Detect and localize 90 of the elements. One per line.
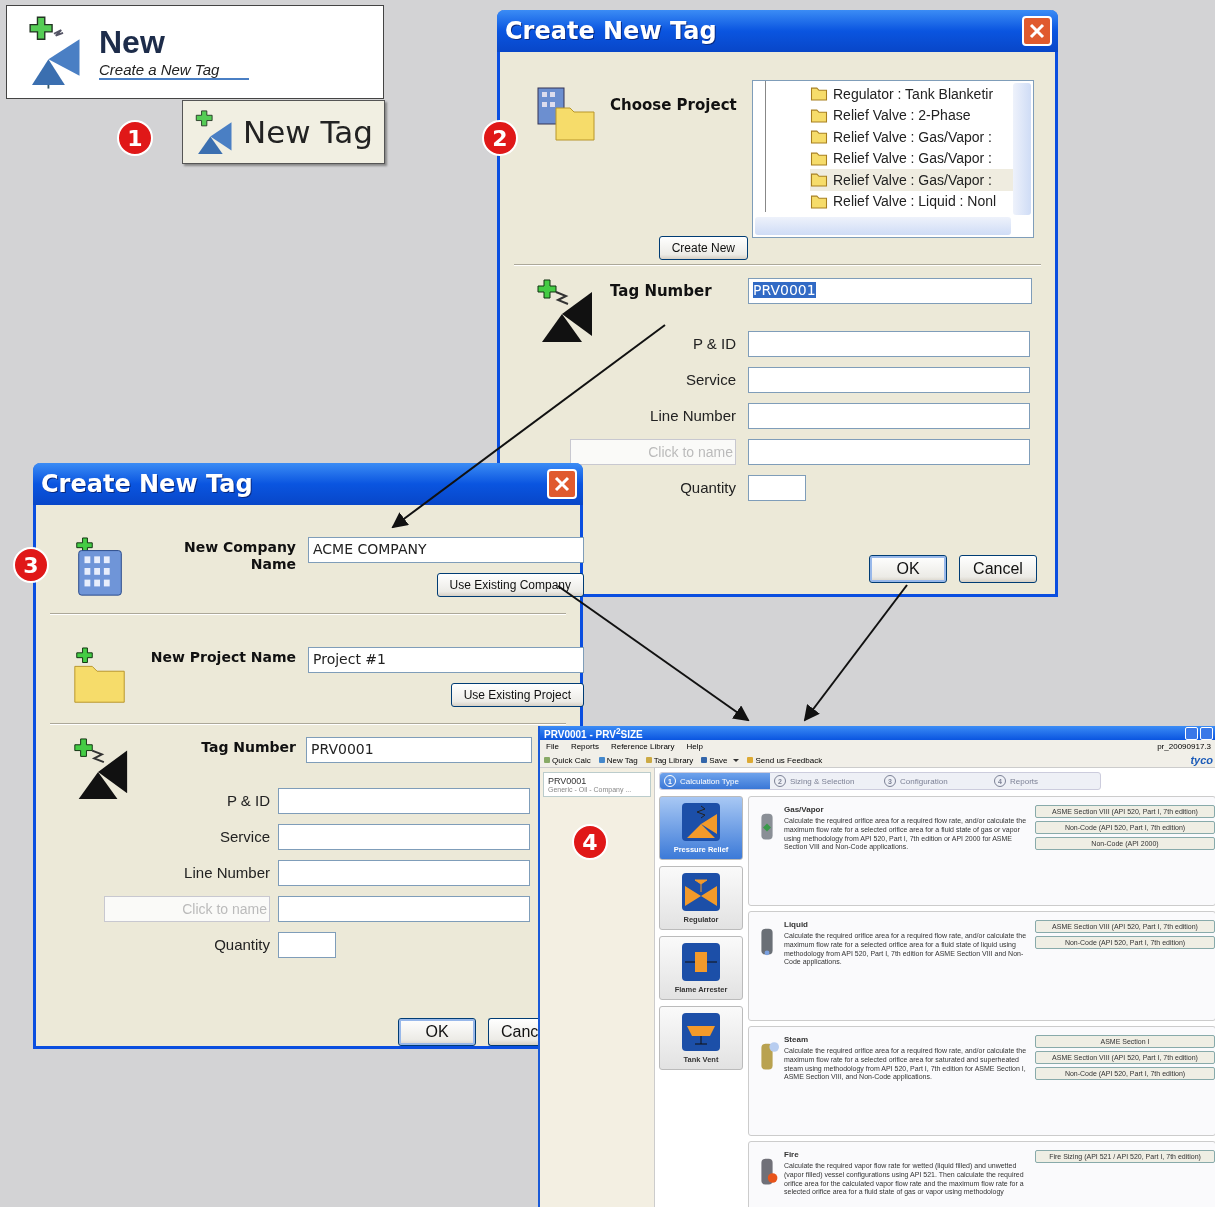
toolbar-icon — [645, 757, 652, 763]
input-field[interactable] — [748, 438, 1030, 465]
choose-project-label: Choose Project — [610, 96, 738, 116]
calculation-title: Liquid — [784, 920, 809, 929]
tree-item[interactable]: Relief Valve : 2-Phase — [810, 104, 1030, 126]
input-field[interactable] — [748, 366, 1030, 393]
dialog-button[interactable]: OK — [869, 555, 947, 583]
horizontal-scrollbar[interactable] — [755, 217, 1011, 235]
tree-item[interactable]: Relief Valve : Gas/Vapor : — [810, 147, 1030, 169]
input-field[interactable] — [748, 474, 806, 501]
callout-subtitle: Create a New Tag — [99, 61, 220, 78]
calculation-title: Fire — [784, 1150, 800, 1159]
close-icon — [552, 474, 572, 494]
calculation-title: Steam — [784, 1035, 809, 1044]
input-field[interactable] — [278, 895, 530, 922]
tag-number-label: Tag Number — [200, 738, 296, 757]
toolbar-icon — [598, 757, 605, 763]
menu-item[interactable]: Reference Library — [610, 742, 675, 751]
toolbar-icon — [544, 757, 550, 763]
tree-item[interactable]: Relief Valve : Liquid : Nonl — [810, 190, 1030, 212]
field-label: Line Number — [650, 407, 736, 424]
step-badge: 3 — [13, 547, 49, 583]
new-tag-button[interactable]: New Tag — [182, 100, 385, 164]
arrester-icon — [681, 942, 721, 982]
relief-icon — [681, 802, 721, 842]
folder-icon — [810, 172, 828, 188]
field-label: P & ID — [226, 792, 270, 809]
toolbar-button[interactable]: New Tag — [598, 755, 638, 765]
maximize-button[interactable] — [1200, 726, 1213, 740]
regulator-icon — [681, 872, 721, 912]
input-field[interactable] — [278, 823, 530, 850]
tree-item[interactable]: Relief Valve : Gas/Vapor : — [810, 126, 1030, 148]
field-label: Line Number — [184, 864, 270, 881]
menu-item[interactable]: Help — [686, 742, 703, 751]
close-button[interactable] — [547, 469, 577, 499]
tag-name: PRV0001 — [548, 776, 588, 786]
folder-icon — [810, 193, 828, 209]
vertical-scrollbar[interactable] — [1013, 83, 1031, 215]
minimize-button[interactable] — [1185, 726, 1198, 740]
step-badge: 2 — [482, 120, 518, 156]
tag-number-field[interactable]: PRV0001 — [306, 737, 532, 763]
toolbar-button[interactable]: Save — [701, 755, 740, 765]
toolbar-icon — [701, 757, 708, 763]
toolbar-button[interactable]: Send us Feedback — [747, 755, 823, 765]
tag-number-label: Tag Number — [610, 282, 713, 300]
folder-icon — [810, 150, 828, 166]
input-field[interactable] — [748, 402, 1030, 429]
input-field[interactable] — [278, 931, 336, 958]
company-name-field[interactable]: ACME COMPANY — [308, 537, 584, 563]
project-name-label: New Project Name — [149, 648, 296, 667]
input-field[interactable] — [278, 859, 530, 886]
calculation-title: Gas/Vapor — [784, 805, 825, 814]
tree-item[interactable]: Regulator : Tank Blanketir — [810, 83, 1030, 105]
menu-item[interactable]: File — [546, 742, 559, 751]
company-name-label: New Company Name — [182, 538, 296, 574]
folder-icon — [810, 129, 828, 145]
window-title: Create New Tag — [41, 470, 253, 498]
logo: tyco — [1190, 754, 1213, 766]
use-existing-project-button[interactable]: Use Existing Project — [450, 683, 584, 707]
dialog-button[interactable]: Cancel — [959, 555, 1037, 583]
field-label: Quantity — [680, 479, 736, 496]
create-new-button[interactable]: Create New — [658, 236, 748, 260]
use-existing-company-button[interactable]: Use Existing Company — [436, 573, 584, 597]
dialog-button[interactable]: Canc — [488, 1018, 538, 1046]
window-title: Create New Tag — [505, 17, 717, 45]
field-label: Service — [685, 371, 736, 388]
window-title: PRV0001 - PRV$^{2}$SIZE — [544, 725, 644, 741]
close-icon — [1027, 21, 1047, 41]
close-button[interactable] — [1022, 16, 1052, 46]
version-label: pr_20090917.3 — [1157, 742, 1211, 751]
project-name-field[interactable]: Project #1 — [308, 647, 584, 673]
tag-number-field[interactable]: PRV0001 — [748, 278, 1032, 304]
callout-title: New — [99, 24, 166, 61]
toolbar-button[interactable]: Quick Calc — [544, 755, 591, 765]
field-label: Service — [219, 828, 270, 845]
valve-icon — [534, 278, 594, 342]
folder-icon — [810, 86, 828, 102]
input-field[interactable] — [748, 330, 1030, 357]
toolbar-button[interactable]: Tag Library — [645, 755, 694, 765]
dialog-button[interactable]: OK — [398, 1018, 476, 1046]
folder-icon — [810, 107, 828, 123]
menu-item[interactable]: Reports — [570, 742, 599, 751]
input-field[interactable] — [278, 787, 530, 814]
toolbar-icon — [747, 757, 754, 763]
field-label: P & ID — [692, 335, 736, 352]
step-badge: 1 — [117, 120, 153, 156]
name-field[interactable]: Click to name — [570, 438, 736, 465]
field-label: Quantity — [214, 936, 270, 953]
name-field[interactable]: Click to name — [104, 895, 270, 922]
vent-icon — [681, 1012, 721, 1052]
